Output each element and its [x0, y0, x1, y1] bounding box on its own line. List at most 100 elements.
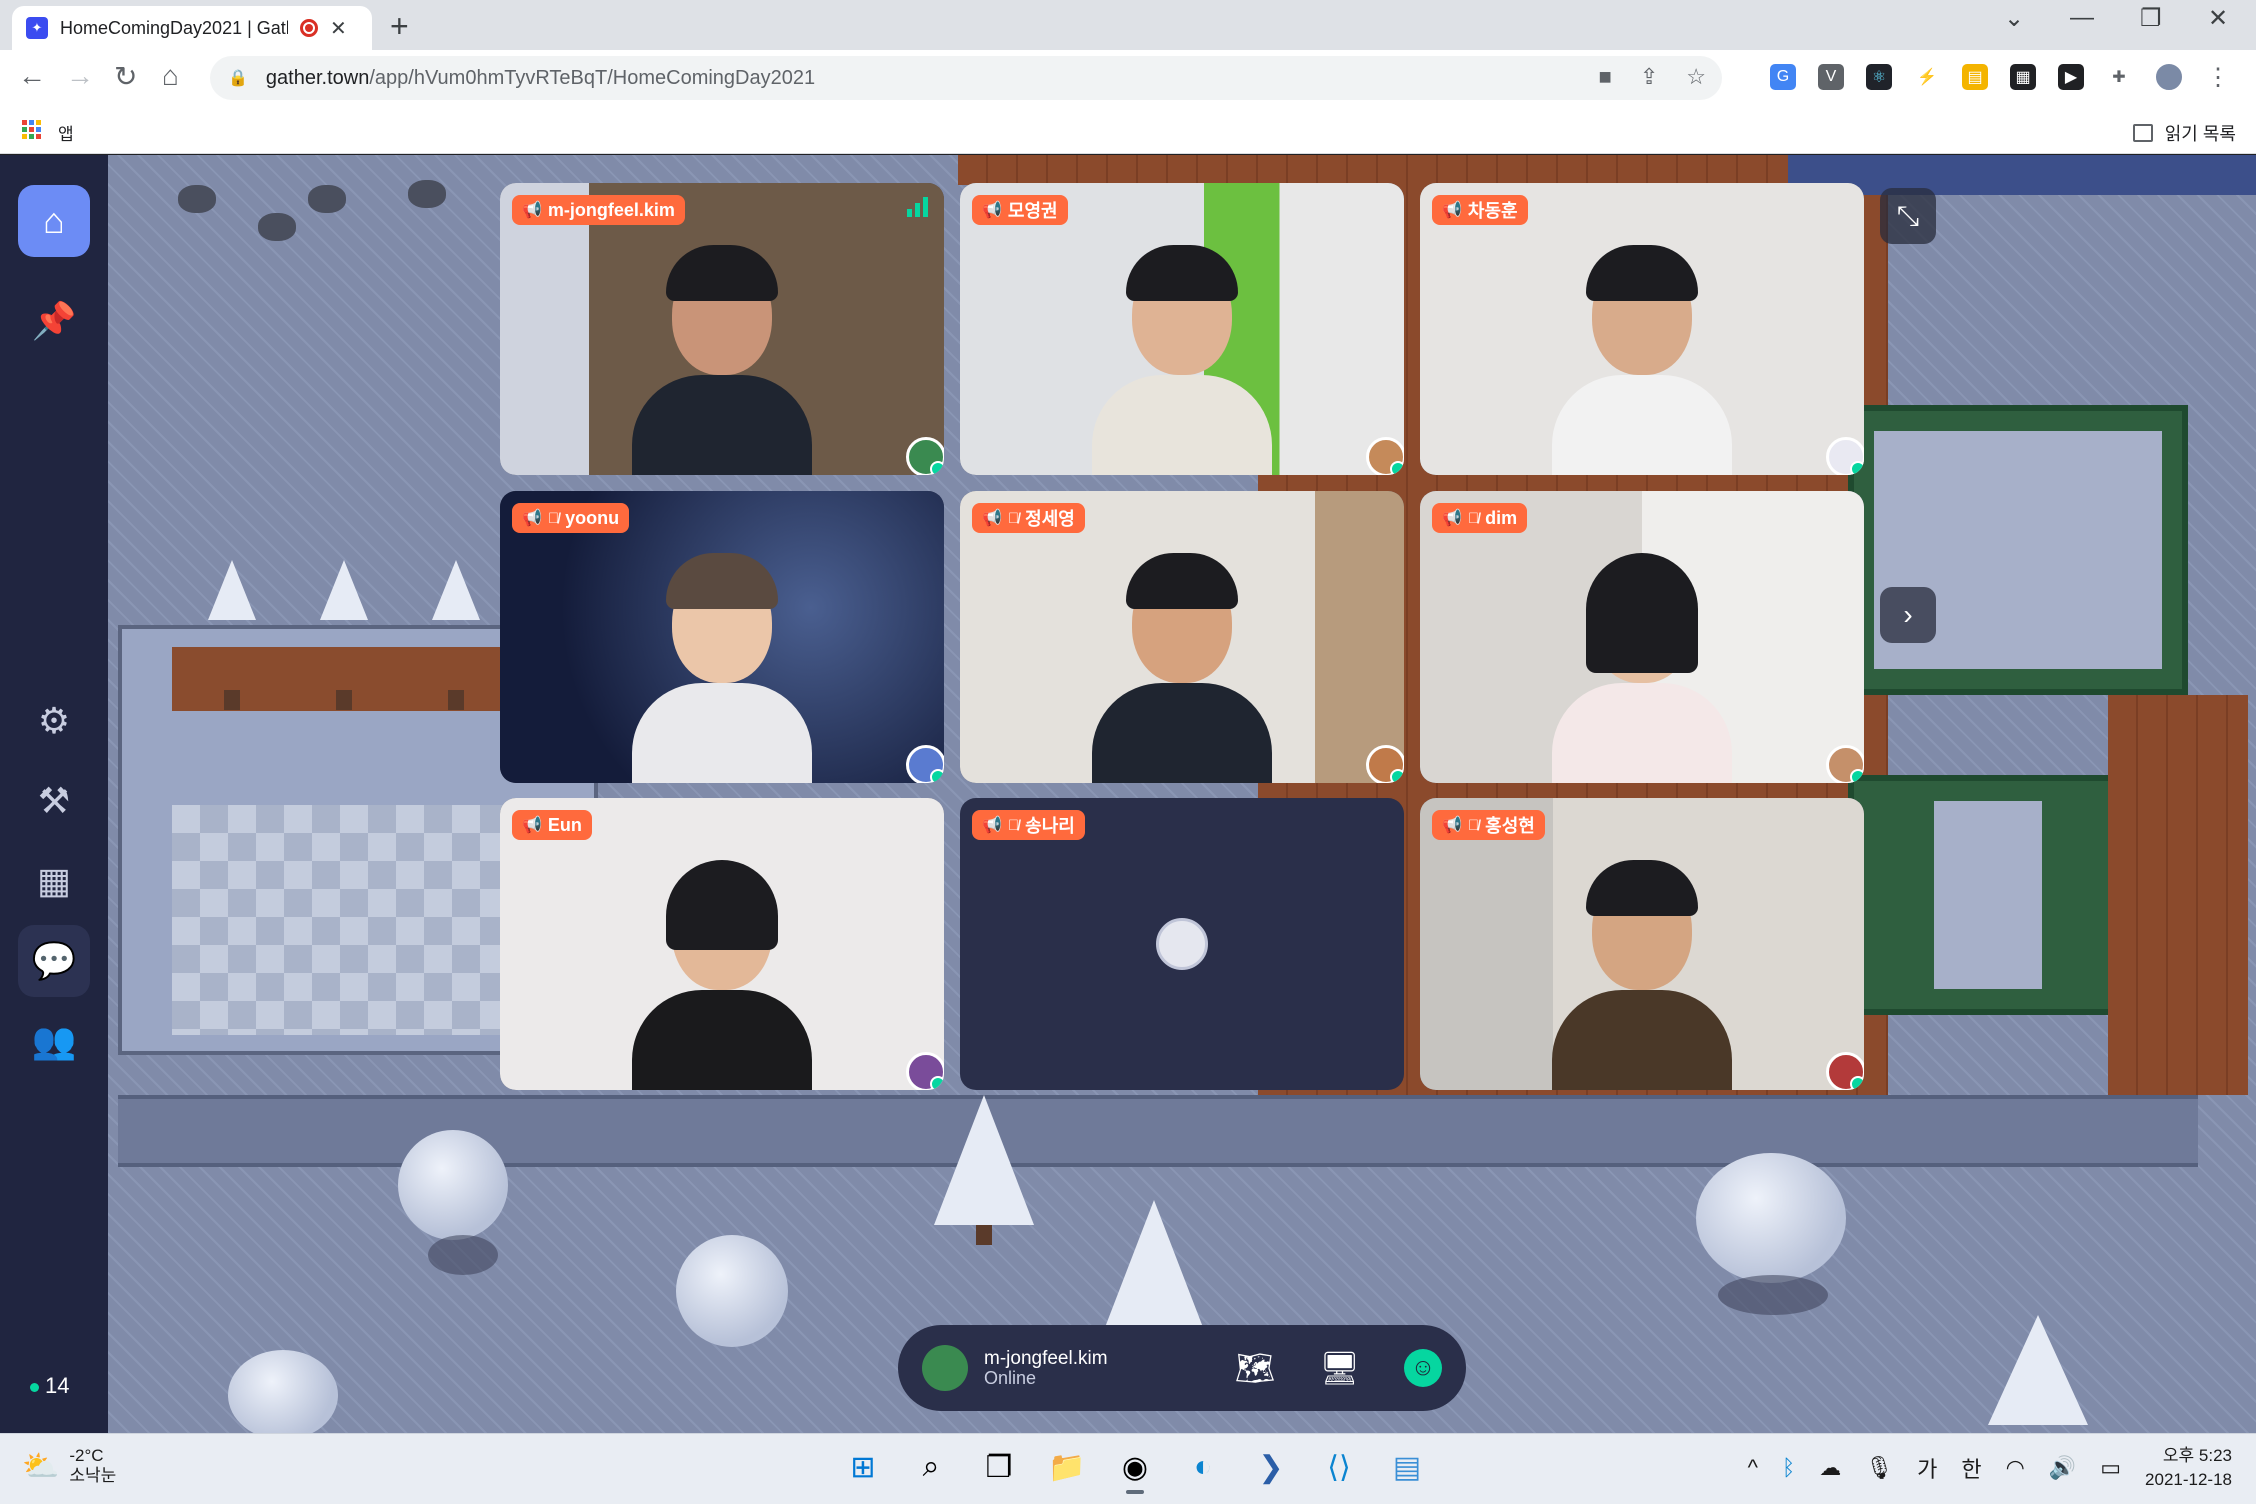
search-icon[interactable]: ⌕	[910, 1444, 952, 1490]
address-bar[interactable]: 🔒 gather.town/app/hVum0hmTyvRTeBqT/HomeC…	[210, 56, 1722, 100]
clock-time: 오후 5:23	[2162, 1446, 2232, 1465]
participant-name-chip: 📢 🎙̸ 홍성현	[1432, 810, 1545, 840]
megaphone-icon: 📢	[1442, 510, 1462, 527]
chat-button[interactable]: 💬	[18, 925, 90, 997]
megaphone-icon: 📢	[982, 510, 1002, 527]
online-count: 14	[30, 1373, 69, 1399]
start-button[interactable]: ⊞	[842, 1444, 884, 1490]
bluetooth-icon[interactable]: ᛒ	[1782, 1455, 1795, 1481]
pin-icon: 📌	[31, 300, 77, 341]
cast-extension-icon[interactable]: ▤	[1962, 64, 1988, 90]
tab-close-icon[interactable]: ✕	[330, 16, 347, 41]
map-icon[interactable]: 🗺	[1235, 1349, 1276, 1387]
participant-name-chip: 📢 🎙̸ yoonu	[512, 503, 630, 533]
close-window-button[interactable]: ✕	[2208, 4, 2228, 33]
minimize-videos-button[interactable]: ⤡	[1880, 188, 1936, 244]
video-tile[interactable]: 📢 Eun	[500, 798, 944, 1090]
onedrive-icon[interactable]: ☁	[1819, 1455, 1841, 1481]
apps-grid-icon[interactable]	[22, 120, 41, 139]
shadow	[428, 1235, 498, 1275]
video-tile[interactable]: 📢 🎙̸ dim	[1420, 491, 1864, 783]
home-button[interactable]: ⌂	[162, 60, 179, 92]
video-tile[interactable]: 📢 🎙̸ 송나리	[960, 798, 1404, 1090]
browser-tab[interactable]: ✦ HomeComingDay2021 | Gath ✕	[12, 6, 372, 50]
participant-video	[632, 235, 812, 475]
participant-name-chip: 📢 차동훈	[1432, 195, 1528, 225]
temperature: -2°C	[69, 1446, 104, 1465]
weather-widget[interactable]: ⛅ -2°C 소낙눈	[22, 1446, 116, 1486]
snowy-bush	[398, 1130, 508, 1240]
participant-video	[1092, 543, 1272, 783]
video-tile[interactable]: 📢 m-jongfeel.kim	[500, 183, 944, 475]
video-tile[interactable]: 📢 🎙̸ 정세영	[960, 491, 1404, 783]
task-view-icon[interactable]: ❐	[978, 1444, 1020, 1490]
video-tile[interactable]: 📢 🎙̸ yoonu	[500, 491, 944, 783]
emote-icon[interactable]: ☺	[1404, 1349, 1442, 1387]
next-page-button[interactable]: ›	[1880, 587, 1936, 643]
notepad-icon[interactable]: ▤	[1386, 1444, 1428, 1490]
chrome-menu-icon[interactable]: ⋮	[2206, 63, 2230, 92]
table-extension-icon[interactable]: ▦	[2010, 64, 2036, 90]
chat-icon: 💬	[31, 940, 77, 981]
home-button[interactable]: ⌂	[18, 185, 90, 257]
home-icon: ⌂	[43, 200, 65, 241]
video-tile[interactable]: 📢 모영권	[960, 183, 1404, 475]
volume-icon[interactable]: 🔊	[2049, 1455, 2076, 1481]
restore-button[interactable]: ❐	[2140, 4, 2162, 33]
calendar-button[interactable]: ▦	[18, 845, 90, 917]
reading-list-button[interactable]: 읽기 목록	[2132, 120, 2236, 146]
pin-button[interactable]: 📌	[18, 285, 90, 357]
lock-icon[interactable]: 🔒	[228, 68, 248, 88]
participants-button[interactable]: 👥	[18, 1005, 90, 1077]
ime-mode-1[interactable]: 가	[1917, 1452, 1937, 1484]
settings-button[interactable]: ⚙	[18, 685, 90, 757]
user-info[interactable]: m-jongfeel.kim Online	[984, 1349, 1108, 1388]
bookmark-star-icon[interactable]: ☆	[1686, 64, 1706, 90]
participant-video	[632, 543, 812, 783]
participant-avatar	[906, 745, 944, 783]
participant-video	[1552, 235, 1732, 475]
participant-name-chip: 📢 모영권	[972, 195, 1068, 225]
edge-icon[interactable]: ◐	[1182, 1444, 1224, 1490]
participant-video	[1552, 543, 1732, 783]
megaphone-icon: 📢	[982, 202, 1002, 219]
bookmarks-bar: 앱 읽기 목록	[0, 108, 2256, 154]
bolt-extension-icon[interactable]: ⚡	[1914, 64, 1940, 90]
screen-share-icon[interactable]: 🖥	[1319, 1349, 1360, 1387]
battery-icon[interactable]: ▭	[2100, 1455, 2121, 1481]
reload-button[interactable]: ↻	[114, 60, 137, 93]
apps-label[interactable]: 앱	[58, 120, 74, 145]
minimize-button[interactable]: —	[2070, 4, 2094, 32]
participant-name: dim	[1485, 507, 1518, 528]
participant-name: Eun	[547, 814, 582, 835]
system-clock[interactable]: 오후 5:23 2021-12-18	[2145, 1444, 2232, 1492]
media-extension-icon[interactable]: ▶	[2058, 64, 2084, 90]
game-map[interactable]: 📢 m-jongfeel.kim 📢 모영권 📢 차동훈 📢 🎙̸ yoonu	[108, 155, 2256, 1433]
vscode-icon[interactable]: ⟨⟩	[1318, 1444, 1360, 1490]
microphone-icon[interactable]: 🎙	[1865, 1455, 1893, 1481]
show-hidden-icons-icon[interactable]: ^	[1748, 1455, 1758, 1481]
profile-avatar[interactable]	[2154, 62, 2184, 92]
forward-button[interactable]: →	[66, 60, 94, 92]
react-extension-icon[interactable]: ⚛	[1866, 64, 1892, 90]
user-avatar[interactable]	[922, 1345, 968, 1391]
powershell-icon[interactable]: ❯	[1250, 1444, 1292, 1490]
tab-search-icon[interactable]: ⌄	[2004, 4, 2024, 33]
puzzle-extensions-icon[interactable]: ✚	[2106, 64, 2132, 90]
translate-extension-icon[interactable]: G	[1770, 64, 1796, 90]
video-tile[interactable]: 📢 🎙̸ 홍성현	[1420, 798, 1864, 1090]
ime-mode-2[interactable]: 한	[1961, 1452, 1981, 1484]
new-tab-button[interactable]: +	[390, 8, 409, 45]
snowy-bush	[676, 1235, 788, 1347]
share-icon[interactable]: ⇪	[1640, 64, 1658, 90]
back-button[interactable]: ←	[18, 60, 46, 92]
video-tile[interactable]: 📢 차동훈	[1420, 183, 1864, 475]
camera-icon[interactable]: ■	[1599, 64, 1612, 90]
file-explorer-icon[interactable]: 📁	[1046, 1444, 1088, 1490]
signal-strength-icon	[907, 197, 928, 217]
chrome-icon[interactable]: ◉	[1114, 1444, 1156, 1494]
participant-video	[1552, 850, 1732, 1090]
build-button[interactable]: ⚒	[18, 765, 90, 837]
wifi-icon[interactable]: ◠	[2006, 1455, 2025, 1481]
vue-extension-icon[interactable]: V	[1818, 64, 1844, 90]
